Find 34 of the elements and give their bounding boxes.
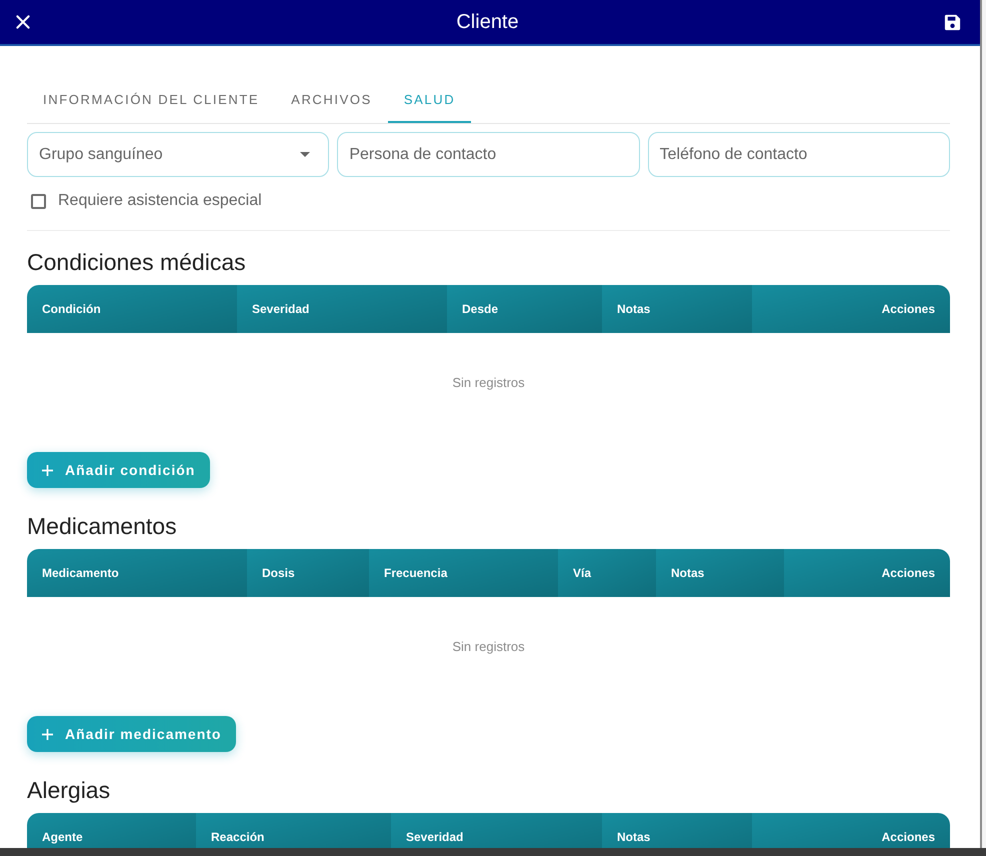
column-header: Acciones bbox=[784, 549, 950, 597]
select-field[interactable]: Grupo sanguíneo bbox=[27, 132, 330, 177]
text-field[interactable]: Teléfono de contacto bbox=[648, 132, 950, 177]
tab[interactable]: ARCHIVOS bbox=[275, 78, 388, 123]
checkbox[interactable] bbox=[31, 194, 46, 208]
tab[interactable]: INFORMACIÓN DEL CLIENTE bbox=[27, 78, 276, 123]
checkbox-label: Requiere asistencia especial bbox=[58, 191, 262, 211]
column-header: Notas bbox=[656, 549, 784, 597]
section-heading: Condiciones médicas bbox=[27, 248, 247, 277]
plus-icon bbox=[42, 728, 53, 740]
section-heading: Medicamentos bbox=[27, 512, 178, 541]
empty-message: Sin registros bbox=[452, 374, 525, 392]
column-header: Vía bbox=[558, 549, 656, 597]
caret-icon bbox=[300, 152, 310, 157]
column-header: Condición bbox=[27, 285, 237, 333]
add-button[interactable]: Añadir medicamento bbox=[27, 716, 236, 752]
column-header: Dosis bbox=[247, 549, 369, 597]
column-header: Medicamento bbox=[27, 549, 247, 597]
section-heading: Alergias bbox=[27, 776, 112, 805]
text-field[interactable]: Persona de contacto bbox=[337, 132, 640, 177]
column-header: Desde bbox=[447, 285, 602, 333]
column-header: Frecuencia bbox=[369, 549, 558, 597]
close-icon bbox=[15, 14, 31, 30]
save-button[interactable] bbox=[942, 12, 962, 32]
column-header: Severidad bbox=[237, 285, 447, 333]
column-header: Acciones bbox=[752, 285, 950, 333]
save-icon bbox=[942, 12, 962, 32]
tab[interactable]: SALUD bbox=[388, 78, 472, 123]
column-header: Notas bbox=[602, 285, 752, 333]
window-title: Cliente bbox=[455, 10, 520, 35]
plus-icon bbox=[42, 464, 53, 476]
empty-message: Sin registros bbox=[452, 638, 525, 656]
select-placeholder: Grupo sanguíneo bbox=[39, 144, 163, 164]
add-button[interactable]: Añadir condición bbox=[27, 452, 210, 488]
